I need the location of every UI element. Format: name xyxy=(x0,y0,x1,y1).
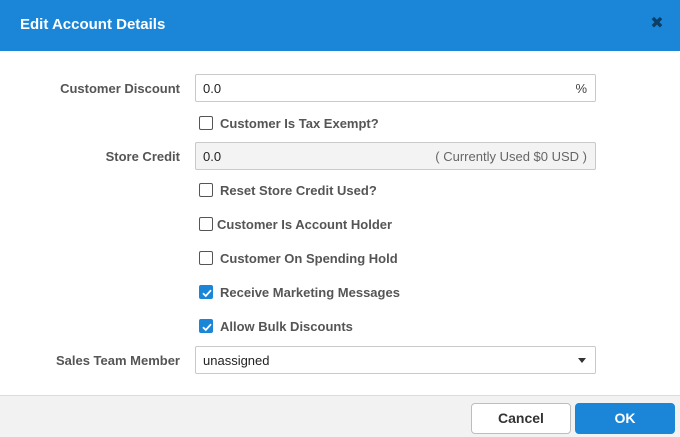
marketing-messages-checkbox[interactable] xyxy=(199,285,213,299)
customer-discount-label: Customer Discount xyxy=(60,81,180,96)
reset-store-credit-row[interactable]: Reset Store Credit Used? xyxy=(199,182,377,198)
tax-exempt-checkbox[interactable] xyxy=(199,116,213,130)
reset-store-credit-checkbox[interactable] xyxy=(199,183,213,197)
tax-exempt-label: Customer Is Tax Exempt? xyxy=(220,115,379,131)
account-holder-checkbox[interactable] xyxy=(199,217,213,231)
percent-suffix: % xyxy=(575,81,587,96)
account-holder-label: Customer Is Account Holder xyxy=(217,216,393,232)
bulk-discounts-label: Allow Bulk Discounts xyxy=(220,318,353,334)
cancel-button[interactable]: Cancel xyxy=(471,403,571,434)
dialog-header: Edit Account Details ✖ xyxy=(0,0,680,51)
reset-store-credit-label: Reset Store Credit Used? xyxy=(220,182,377,198)
account-holder-row[interactable]: Customer Is Account Holder xyxy=(199,216,392,232)
tax-exempt-checkbox-row[interactable]: Customer Is Tax Exempt? xyxy=(199,115,379,131)
store-credit-label: Store Credit xyxy=(105,149,180,164)
close-icon[interactable]: ✖ xyxy=(649,15,665,33)
bulk-discounts-row[interactable]: Allow Bulk Discounts xyxy=(199,318,353,334)
sales-team-label: Sales Team Member xyxy=(55,353,180,368)
marketing-messages-row[interactable]: Receive Marketing Messages xyxy=(199,284,400,300)
store-credit-used-note: ( Currently Used $0 USD ) xyxy=(435,149,587,164)
checkmark-icon xyxy=(202,289,212,298)
spending-hold-label: Customer On Spending Hold xyxy=(220,250,398,266)
customer-discount-value: 0.0 xyxy=(203,81,222,96)
bulk-discounts-checkbox[interactable] xyxy=(199,319,213,333)
checkmark-icon xyxy=(202,323,212,332)
spending-hold-checkbox[interactable] xyxy=(199,251,213,265)
sales-team-select[interactable]: unassigned xyxy=(195,346,596,374)
spending-hold-row[interactable]: Customer On Spending Hold xyxy=(199,250,398,266)
customer-discount-input[interactable]: 0.0 % xyxy=(195,74,596,102)
dialog-title: Edit Account Details xyxy=(20,16,166,33)
dialog-footer: Cancel OK xyxy=(0,395,680,437)
sales-team-value: unassigned xyxy=(203,353,270,368)
ok-button[interactable]: OK xyxy=(575,403,675,434)
marketing-messages-label: Receive Marketing Messages xyxy=(220,284,400,300)
store-credit-value: 0.0 xyxy=(203,149,222,164)
edit-account-dialog: Edit Account Details ✖ Customer Discount… xyxy=(0,0,680,437)
store-credit-input[interactable]: 0.0 ( Currently Used $0 USD ) xyxy=(195,142,596,170)
chevron-down-icon xyxy=(578,358,586,363)
